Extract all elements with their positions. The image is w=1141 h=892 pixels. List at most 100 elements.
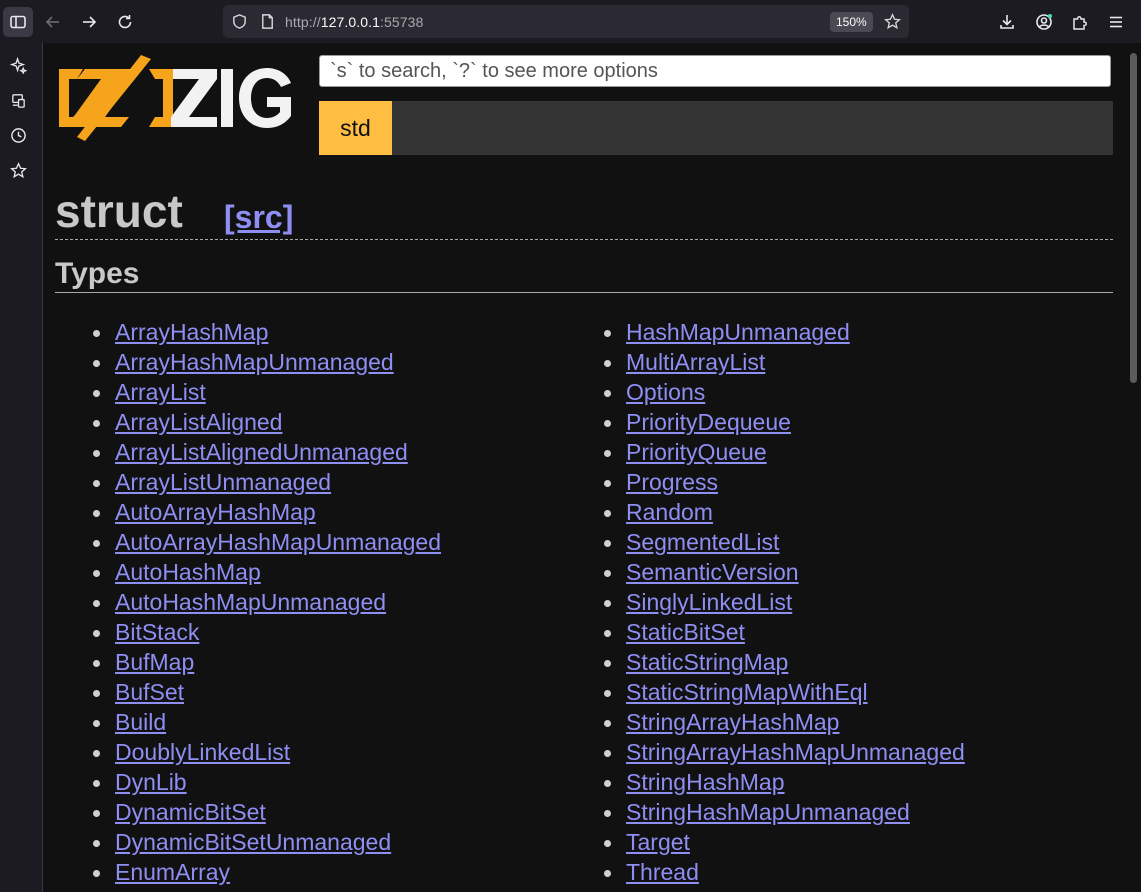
type-list-item: Thread — [604, 857, 965, 887]
type-link[interactable]: MultiArrayList — [626, 349, 765, 375]
type-link[interactable]: DynLib — [115, 769, 187, 795]
zig-logo[interactable] — [55, 55, 295, 141]
type-link[interactable]: StringHashMap — [626, 769, 785, 795]
forward-arrow-icon — [83, 16, 97, 28]
type-link[interactable]: PriorityQueue — [626, 439, 767, 465]
type-list-item: StringHashMapUnmanaged — [604, 797, 965, 827]
type-list-item: ArrayHashMap — [93, 317, 441, 347]
type-link[interactable]: Random — [626, 499, 713, 525]
type-link[interactable]: ArrayHashMap — [115, 319, 268, 345]
back-arrow-icon — [45, 16, 59, 28]
type-list-item: StringArrayHashMap — [604, 707, 965, 737]
type-link[interactable]: ArrayHashMapUnmanaged — [115, 349, 394, 375]
sparkle-icon — [9, 56, 27, 74]
page-info-icon[interactable] — [259, 13, 276, 35]
type-link[interactable]: Thread — [626, 859, 699, 885]
type-link[interactable]: Build — [115, 709, 166, 735]
type-link[interactable]: DynamicBitSet — [115, 799, 266, 825]
search-input[interactable] — [319, 55, 1111, 87]
url-host: 127.0.0.1 — [320, 14, 381, 30]
type-link[interactable]: StringArrayHashMapUnmanaged — [626, 739, 965, 765]
zoom-level-badge[interactable]: 150% — [830, 12, 873, 32]
type-list-item: AutoArrayHashMap — [93, 497, 441, 527]
types-section-heading: Types — [55, 255, 1113, 293]
type-link[interactable]: StaticBitSet — [626, 619, 745, 645]
type-link[interactable]: StringHashMapUnmanaged — [626, 799, 910, 825]
type-list-item: AutoHashMap — [93, 557, 441, 587]
history-button[interactable] — [6, 123, 30, 147]
reload-button[interactable] — [110, 7, 140, 37]
type-link[interactable]: BufMap — [115, 649, 194, 675]
type-list-item: Options — [604, 377, 965, 407]
type-list-item: Build — [93, 707, 441, 737]
sidebar-toggle-button[interactable] — [3, 7, 33, 37]
downloads-button[interactable] — [992, 7, 1022, 37]
type-link[interactable]: StaticStringMapWithEql — [626, 679, 868, 705]
reload-icon — [118, 15, 132, 29]
type-list-item: ArrayListUnmanaged — [93, 467, 441, 497]
type-link[interactable]: AutoHashMapUnmanaged — [115, 589, 386, 615]
type-link[interactable]: HashMapUnmanaged — [626, 319, 850, 345]
type-link[interactable]: AutoHashMap — [115, 559, 261, 585]
nav-item-std[interactable]: std — [319, 101, 392, 155]
type-link[interactable]: StaticStringMap — [626, 649, 788, 675]
type-link[interactable]: AutoArrayHashMap — [115, 499, 316, 525]
type-list-item: StaticBitSet — [604, 617, 965, 647]
type-link[interactable]: ArrayListAlignedUnmanaged — [115, 439, 408, 465]
type-list-item: SegmentedList — [604, 527, 965, 557]
star-icon — [9, 161, 27, 178]
devices-icon — [11, 93, 25, 108]
type-list-item: StringArrayHashMapUnmanaged — [604, 737, 965, 767]
type-link[interactable]: ArrayList — [115, 379, 206, 405]
type-link[interactable]: ArrayListAligned — [115, 409, 282, 435]
extensions-button[interactable] — [1065, 7, 1095, 37]
type-list-item: HashMapUnmanaged — [604, 317, 965, 347]
synced-tabs-button[interactable] — [6, 88, 30, 112]
type-link[interactable]: AutoArrayHashMapUnmanaged — [115, 529, 441, 555]
url-text[interactable]: http://127.0.0.1:55738 — [285, 14, 423, 30]
type-list-item: PriorityDequeue — [604, 407, 965, 437]
type-link[interactable]: Target — [626, 829, 690, 855]
type-list-item: StaticStringMap — [604, 647, 965, 677]
back-button[interactable] — [38, 7, 68, 37]
account-icon — [1036, 14, 1052, 30]
type-list-item: DynLib — [93, 767, 441, 797]
type-link[interactable]: Progress — [626, 469, 718, 495]
type-link[interactable]: SegmentedList — [626, 529, 779, 555]
type-list-item: DoublyLinkedList — [93, 737, 441, 767]
ai-chatbot-button[interactable] — [6, 53, 30, 77]
forward-button[interactable] — [74, 7, 104, 37]
puzzle-icon — [1073, 16, 1087, 30]
type-link[interactable]: ArrayListUnmanaged — [115, 469, 331, 495]
page-scrollbar[interactable] — [1130, 53, 1137, 383]
browser-sidebar — [0, 43, 43, 892]
download-icon — [1000, 15, 1014, 29]
type-link[interactable]: SinglyLinkedList — [626, 589, 792, 615]
type-list-item: SemanticVersion — [604, 557, 965, 587]
bookmarks-button[interactable] — [6, 158, 30, 182]
address-bar[interactable]: http://127.0.0.1:55738 150% — [223, 5, 909, 38]
type-list-item: EnumArray — [93, 857, 441, 887]
type-list-item: PriorityQueue — [604, 437, 965, 467]
type-list-item: StaticStringMapWithEql — [604, 677, 965, 707]
type-link[interactable]: PriorityDequeue — [626, 409, 791, 435]
account-button[interactable] — [1029, 7, 1059, 37]
browser-toolbar: http://127.0.0.1:55738 150% — [0, 0, 1141, 43]
shield-icon[interactable] — [231, 13, 248, 35]
type-list-item: BitStack — [93, 617, 441, 647]
type-link[interactable]: BufSet — [115, 679, 184, 705]
src-link[interactable]: [src] — [224, 192, 293, 242]
type-link[interactable]: BitStack — [115, 619, 199, 645]
clock-icon — [10, 127, 26, 143]
type-link[interactable]: StringArrayHashMap — [626, 709, 839, 735]
menu-button[interactable] — [1101, 7, 1131, 37]
type-link[interactable]: Options — [626, 379, 705, 405]
type-link[interactable]: DoublyLinkedList — [115, 739, 290, 765]
type-list-item: SinglyLinkedList — [604, 587, 965, 617]
bookmark-star-icon[interactable] — [884, 13, 901, 35]
module-breadcrumb-bar: std — [319, 101, 1113, 155]
type-link[interactable]: DynamicBitSetUnmanaged — [115, 829, 391, 855]
type-link[interactable]: EnumArray — [115, 859, 230, 885]
type-list-item: AutoArrayHashMapUnmanaged — [93, 527, 441, 557]
type-link[interactable]: SemanticVersion — [626, 559, 799, 585]
